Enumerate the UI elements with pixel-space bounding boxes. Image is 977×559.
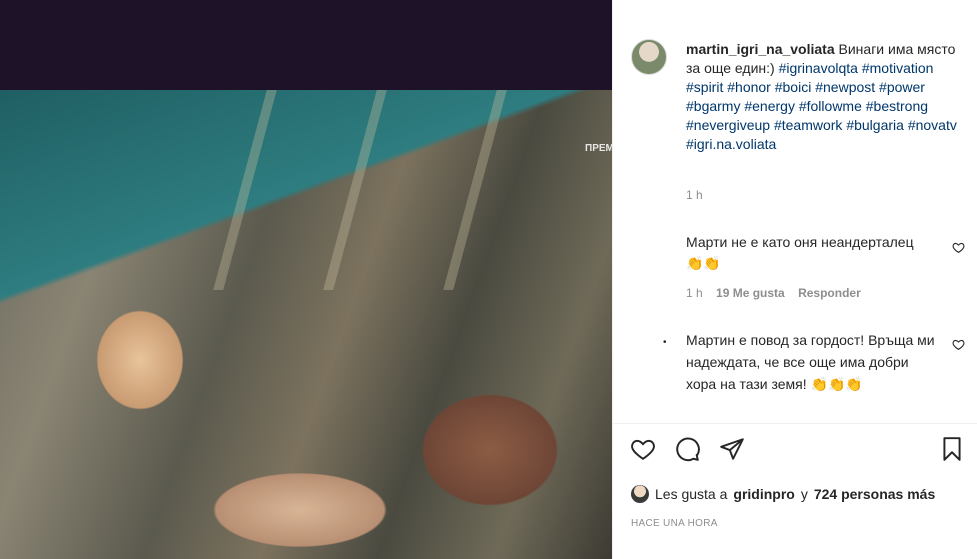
posted-time[interactable]: HACE UNA HORA (631, 518, 718, 529)
media-letterbox (0, 0, 612, 90)
hashtag[interactable]: #followme (799, 98, 862, 114)
comment-1-meta: 1 h 19 Me gusta Responder (686, 286, 871, 300)
comment-like-heart-icon[interactable] (952, 241, 965, 254)
likes-count[interactable]: 724 personas más (814, 486, 935, 502)
hashtag[interactable]: #motivation (862, 60, 934, 76)
hashtag[interactable]: #igrinavolqta (779, 60, 858, 76)
share-icon[interactable] (719, 436, 745, 462)
author-avatar[interactable] (631, 39, 667, 75)
comment-icon[interactable] (675, 436, 701, 462)
liker-avatar[interactable] (631, 485, 649, 503)
hashtag[interactable]: #honor (727, 79, 771, 95)
caption-time[interactable]: 1 h (686, 188, 703, 202)
post-caption: martin_igri_na_voliata Винаги има място … (686, 40, 964, 154)
post-sidebar: martin_igri_na_voliata Винаги има място … (612, 0, 977, 559)
comment-1: Марти не е като оня неандерталец👏👏 (686, 232, 916, 274)
bookmark-icon[interactable] (939, 436, 965, 462)
liker-username[interactable]: gridinpro (733, 486, 794, 502)
hashtag[interactable]: #power (879, 79, 925, 95)
hashtag[interactable]: #bestrong (866, 98, 928, 114)
comment-like-heart-icon[interactable] (952, 338, 965, 351)
hashtag[interactable]: #newpost (815, 79, 875, 95)
hashtag[interactable]: #nevergiveup (686, 117, 770, 133)
author-username[interactable]: martin_igri_na_voliata (686, 41, 835, 57)
hashtag[interactable]: #novatv (908, 117, 957, 133)
reply-button[interactable]: Responder (798, 286, 861, 300)
tv-watermark: ПРЕМ (585, 143, 612, 154)
hashtag[interactable]: #spirit (686, 79, 723, 95)
comment-text: Марти не е като оня неандерталец👏👏 (686, 234, 914, 271)
comment-2: Мартин е повод за гордост! Връща ми наде… (686, 329, 936, 395)
comment-bullet: • (663, 337, 667, 348)
comment-time[interactable]: 1 h (686, 286, 703, 300)
heart-icon[interactable] (630, 436, 656, 462)
comment-text: Мартин е повод за гордост! Връща ми наде… (686, 332, 935, 392)
hashtag[interactable]: #teamwork (774, 117, 842, 133)
likes-connector: y (800, 486, 808, 502)
hashtag[interactable]: #bgarmy (686, 98, 740, 114)
likes-prefix: Les gusta a (655, 486, 728, 502)
actions-divider (613, 423, 977, 424)
comment-likes[interactable]: 19 Me gusta (716, 286, 785, 300)
likes-summary: Les gusta a gridinpro y 724 personas más (631, 485, 935, 503)
hashtag[interactable]: #energy (744, 98, 795, 114)
post-media[interactable]: ПРЕМ (0, 0, 612, 559)
hashtag[interactable]: #bulgaria (846, 117, 904, 133)
hashtag[interactable]: #boici (775, 79, 812, 95)
hashtag[interactable]: #igri.na.voliata (686, 136, 776, 152)
post-photo[interactable] (0, 90, 612, 559)
